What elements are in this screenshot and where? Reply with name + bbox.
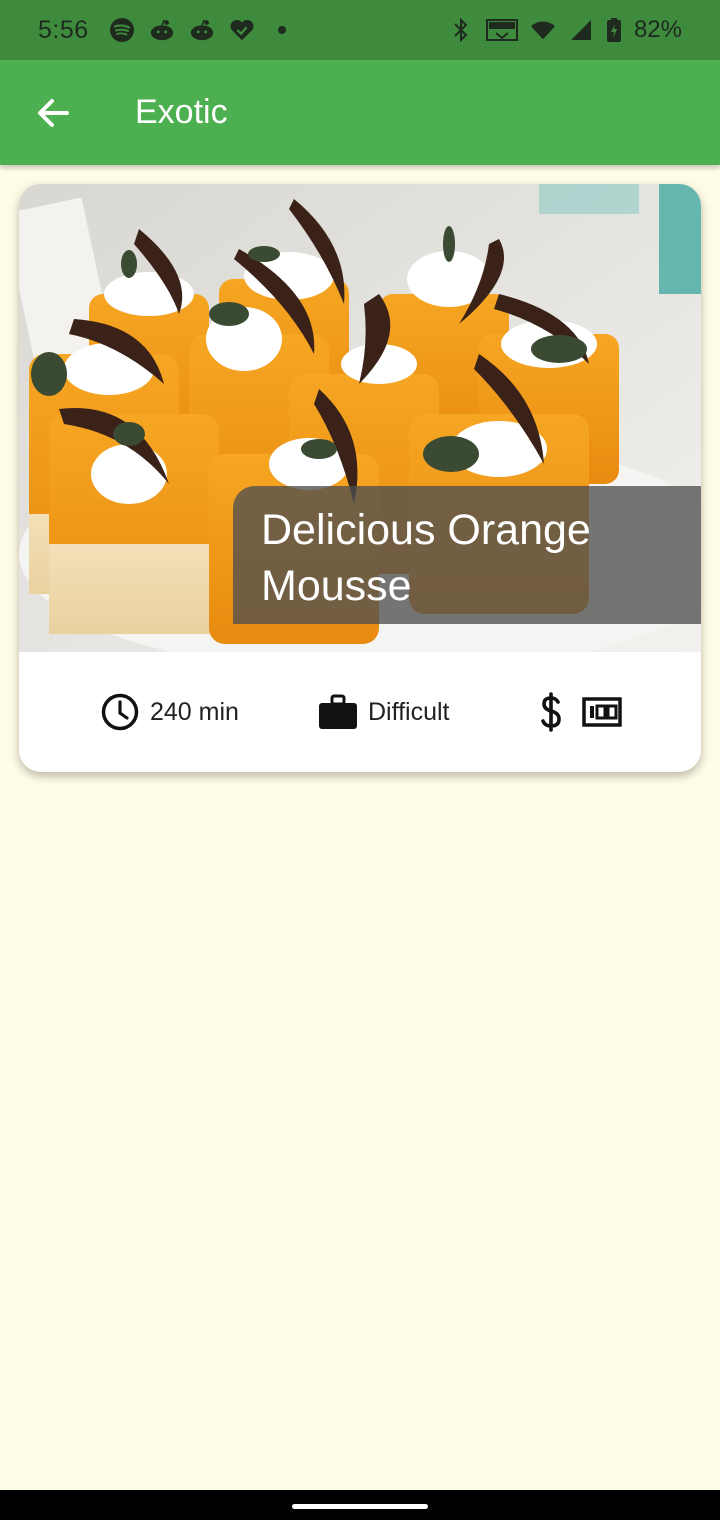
battery-percentage: 82% xyxy=(633,16,682,43)
app-bar: Exotic xyxy=(0,60,720,165)
status-time: 5:56 xyxy=(38,15,89,44)
duration-info: 240 min xyxy=(100,652,239,772)
money-icon xyxy=(582,697,622,727)
page-title: Exotic xyxy=(135,93,228,131)
duration-text: 240 min xyxy=(150,697,239,726)
system-icons: 82% xyxy=(448,16,682,44)
clock-icon xyxy=(101,693,139,731)
back-button[interactable] xyxy=(18,78,88,148)
navigation-bar xyxy=(0,1490,720,1520)
heart-check-icon xyxy=(229,17,255,43)
complexity-info: Difficult xyxy=(318,652,450,772)
meal-title-overlay: Delicious Orange Mousse xyxy=(233,486,701,624)
reddit-icon xyxy=(149,17,175,43)
bluetooth-icon xyxy=(448,17,474,43)
spotify-icon xyxy=(109,17,135,43)
affordability-info xyxy=(537,652,622,772)
battery-charging-icon xyxy=(606,17,622,43)
signal-icon xyxy=(568,17,594,43)
meal-title: Delicious Orange Mousse xyxy=(261,506,591,610)
vowifi-icon xyxy=(485,17,518,43)
meal-card[interactable]: Delicious Orange Mousse 240 min Difficul… xyxy=(19,184,701,772)
complexity-text: Difficult xyxy=(368,697,450,726)
notification-icons xyxy=(109,17,295,43)
wifi-icon xyxy=(530,17,556,43)
reddit-icon xyxy=(189,17,215,43)
arrow-back-icon xyxy=(38,98,69,127)
dollar-icon xyxy=(541,692,561,732)
dot-icon xyxy=(269,17,295,43)
status-bar: 5:56 82% xyxy=(0,0,720,60)
meal-image: Delicious Orange Mousse xyxy=(19,184,701,652)
home-gesture-handle[interactable] xyxy=(292,1504,428,1509)
meal-meta-row: 240 min Difficult xyxy=(19,652,701,772)
briefcase-icon xyxy=(319,694,357,729)
